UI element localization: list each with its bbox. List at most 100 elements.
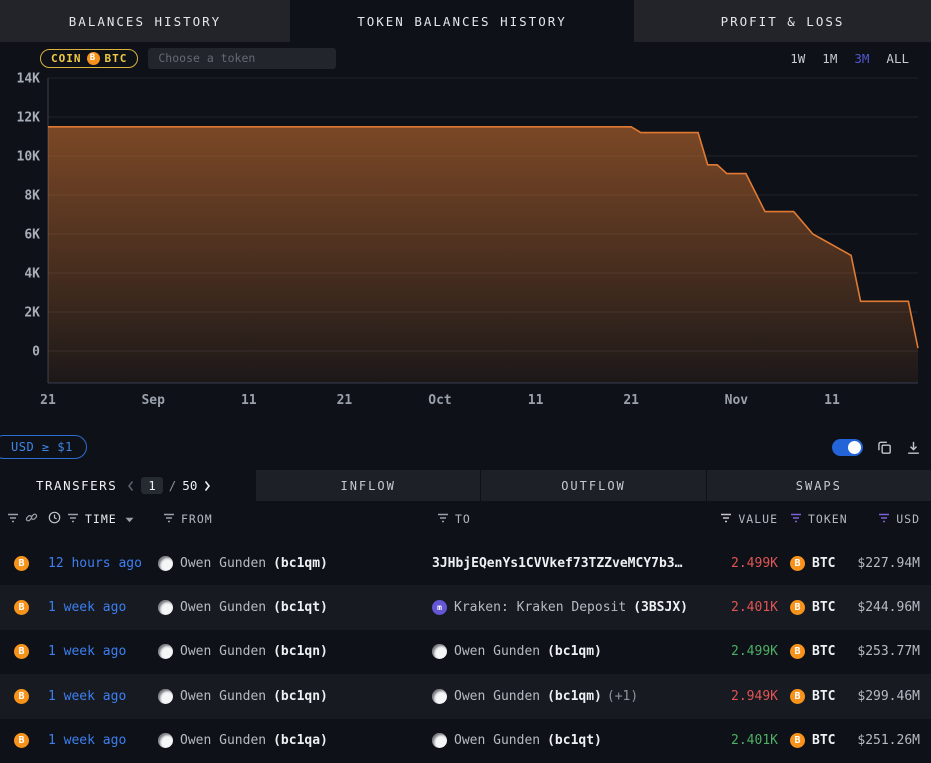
transfer-usd: $244.96M <box>852 600 920 615</box>
transfer-from[interactable]: Owen Gunden (bc1qm) <box>158 556 432 571</box>
token-search-input[interactable] <box>148 48 336 69</box>
transfer-token[interactable]: B BTC <box>778 689 852 704</box>
transfer-token[interactable]: B BTC <box>778 556 852 571</box>
bitcoin-icon: B <box>790 556 805 571</box>
to-address: 3JHbjEQenYs1CVVkef73TZZveMCY7b3… <box>432 556 682 571</box>
chart-controls: COIN B BTC 1W 1M 3M ALL <box>0 42 931 70</box>
transfer-token[interactable]: B BTC <box>778 644 852 659</box>
y-axis-label: 14K <box>17 72 41 87</box>
transfer-value: 2.401K <box>688 733 778 748</box>
filter-bar: USD ≥ $1 <box>0 432 931 462</box>
to-address: (3BSJX) <box>633 600 688 615</box>
filter-icon[interactable] <box>7 512 19 526</box>
tab-profit-and-loss[interactable]: PROFIT & LOSS <box>634 0 931 42</box>
token-balances-page: BALANCES HISTORY TOKEN BALANCES HISTORY … <box>0 0 931 763</box>
transfer-from[interactable]: Owen Gunden (bc1qt) <box>158 600 432 615</box>
inflow-tab[interactable]: INFLOW <box>255 470 480 501</box>
column-header-token[interactable]: TOKEN <box>808 512 848 526</box>
table-row[interactable]: B 1 week ago Owen Gunden (bc1qt) m Krake… <box>0 585 931 629</box>
owen-gunden-icon <box>158 600 173 615</box>
owen-gunden-icon <box>158 733 173 748</box>
usd-filter-chip[interactable]: USD ≥ $1 <box>0 435 87 459</box>
range-1m[interactable]: 1M <box>822 51 837 66</box>
range-all[interactable]: ALL <box>886 51 909 66</box>
transfer-time[interactable]: 1 week ago <box>48 644 158 659</box>
column-header-value[interactable]: VALUE <box>738 512 778 526</box>
transfer-to[interactable]: Owen Gunden (bc1qt) <box>432 733 688 748</box>
transfer-token[interactable]: B BTC <box>778 733 852 748</box>
to-extra-count: (+1) <box>607 689 638 704</box>
outflow-tab[interactable]: OUTFLOW <box>480 470 705 501</box>
token-filter-icon[interactable] <box>790 512 802 526</box>
chevron-down-icon[interactable] <box>125 512 134 526</box>
transfer-time[interactable]: 1 week ago <box>48 600 158 615</box>
column-header-usd[interactable]: USD <box>896 512 920 526</box>
page-separator: / <box>169 478 177 493</box>
table-row[interactable]: B 12 hours ago Owen Gunden (bc1qm) 3JHbj… <box>0 541 931 585</box>
column-header-to[interactable]: TO <box>455 512 471 526</box>
bitcoin-icon: B <box>790 600 805 615</box>
column-header-time[interactable]: TIME <box>85 512 117 526</box>
tab-token-balances-history[interactable]: TOKEN BALANCES HISTORY <box>290 0 634 42</box>
pagination: 1 / 50 <box>127 477 211 494</box>
table-row[interactable]: B 1 week ago Owen Gunden (bc1qa) Owen Gu… <box>0 719 931 763</box>
transfer-time[interactable]: 1 week ago <box>48 689 158 704</box>
x-axis-label: 21 <box>337 393 353 408</box>
download-icon[interactable] <box>906 440 921 455</box>
bitcoin-icon: B <box>790 644 805 659</box>
token-symbol: BTC <box>812 556 835 571</box>
range-1w[interactable]: 1W <box>790 51 805 66</box>
value-filter-icon[interactable] <box>720 512 732 526</box>
copy-icon[interactable] <box>877 440 892 455</box>
transfer-to[interactable]: Owen Gunden (bc1qm) <box>432 644 688 659</box>
coin-filter-chip[interactable]: COIN B BTC <box>40 49 138 68</box>
transfer-from[interactable]: Owen Gunden (bc1qn) <box>158 644 432 659</box>
link-icon[interactable] <box>25 511 38 527</box>
from-filter-icon[interactable] <box>163 512 175 526</box>
total-pages: 50 <box>182 478 197 493</box>
from-entity-name: Owen Gunden <box>180 556 266 571</box>
bitcoin-icon: B <box>87 52 100 65</box>
column-header-from[interactable]: FROM <box>181 512 213 526</box>
from-address: (bc1qt) <box>273 600 328 615</box>
balance-history-chart[interactable]: 14K12K10K8K6K4K2K021Sep1121Oct1121Nov11 <box>0 70 931 410</box>
chart-toggle-switch[interactable] <box>832 439 863 456</box>
transfer-from[interactable]: Owen Gunden (bc1qn) <box>158 689 432 704</box>
coin-chip-label: COIN <box>51 52 82 65</box>
transfer-value: 2.499K <box>688 644 778 659</box>
tab-balances-history[interactable]: BALANCES HISTORY <box>0 0 290 42</box>
from-address: (bc1qn) <box>273 644 328 659</box>
transfer-to[interactable]: m Kraken: Kraken Deposit (3BSJX) <box>432 600 688 615</box>
transfer-time[interactable]: 1 week ago <box>48 733 158 748</box>
swaps-tab[interactable]: SWAPS <box>706 470 931 501</box>
x-axis-label: 21 <box>623 393 639 408</box>
transfer-to[interactable]: Owen Gunden (bc1qm) (+1) <box>432 689 688 704</box>
transfer-time[interactable]: 12 hours ago <box>48 556 158 571</box>
table-row[interactable]: B 1 week ago Owen Gunden (bc1qn) Owen Gu… <box>0 674 931 718</box>
bitcoin-icon: B <box>790 689 805 704</box>
to-filter-icon[interactable] <box>437 512 449 526</box>
time-filter-icon[interactable] <box>67 512 79 526</box>
current-page: 1 <box>141 477 163 494</box>
page-prev-icon[interactable] <box>127 480 135 492</box>
from-entity-name: Owen Gunden <box>180 600 266 615</box>
page-next-icon[interactable] <box>203 480 211 492</box>
transfers-table-body: B 12 hours ago Owen Gunden (bc1qm) 3JHbj… <box>0 541 931 763</box>
transfer-to[interactable]: 3JHbjEQenYs1CVVkef73TZZveMCY7b3… <box>432 556 688 571</box>
transfer-value: 2.401K <box>688 600 778 615</box>
transfers-label: TRANSFERS <box>36 478 117 493</box>
x-axis-label: Sep <box>141 393 165 408</box>
token-symbol: BTC <box>812 644 835 659</box>
coin-chip-token: BTC <box>105 52 128 65</box>
transfer-value: 2.949K <box>688 689 778 704</box>
range-3m[interactable]: 3M <box>854 51 869 66</box>
transfers-tab[interactable]: TRANSFERS 1 / 50 <box>0 470 255 501</box>
table-row[interactable]: B 1 week ago Owen Gunden (bc1qn) Owen Gu… <box>0 630 931 674</box>
usd-filter-icon[interactable] <box>878 512 890 526</box>
balance-chart: 14K12K10K8K6K4K2K021Sep1121Oct1121Nov11 <box>0 70 931 410</box>
transfer-token[interactable]: B BTC <box>778 600 852 615</box>
to-address: (bc1qm) <box>547 644 602 659</box>
y-axis-label: 2K <box>24 306 40 321</box>
from-address: (bc1qa) <box>273 733 328 748</box>
transfer-from[interactable]: Owen Gunden (bc1qa) <box>158 733 432 748</box>
